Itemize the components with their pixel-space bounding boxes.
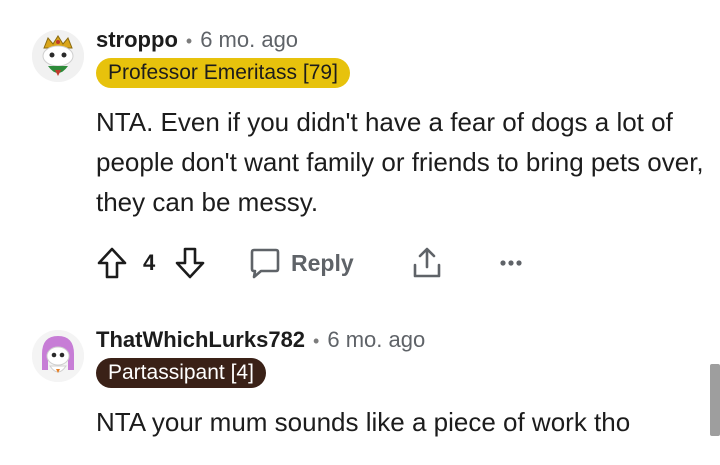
meta-separator: • <box>313 331 320 351</box>
vote-count: 4 <box>143 250 156 275</box>
share-button[interactable] <box>411 244 443 282</box>
username-link[interactable]: stroppo <box>96 27 178 53</box>
share-upload-icon <box>413 247 441 278</box>
ellipsis-icon <box>500 260 522 266</box>
user-flair: Partassipant [4] <box>96 358 266 388</box>
user-avatar[interactable] <box>32 330 84 382</box>
scrollbar-thumb[interactable] <box>710 364 720 436</box>
user-flair: Professor Emeritass [79] <box>96 58 350 88</box>
comment-body: NTA your mum sounds like a piece of work… <box>96 407 631 437</box>
timestamp[interactable]: 6 mo. ago <box>327 327 425 353</box>
username-link[interactable]: ThatWhichLurks782 <box>96 327 305 353</box>
comment-meta: stroppo • 6 mo. ago <box>96 27 298 53</box>
comment-body: NTA. Even if you didn't have a fear of d… <box>96 107 704 217</box>
downvote-button[interactable] <box>174 244 206 282</box>
speech-bubble-icon <box>250 248 280 279</box>
timestamp[interactable]: 6 mo. ago <box>200 27 298 53</box>
reply-label: Reply <box>291 249 354 276</box>
meta-separator: • <box>185 31 193 51</box>
more-options-button[interactable] <box>498 244 524 282</box>
user-avatar[interactable] <box>32 30 84 82</box>
upvote-button[interactable] <box>96 244 128 282</box>
comment-actions: 4 Reply <box>96 244 556 282</box>
snoo-avatar-icon <box>32 330 84 382</box>
reply-button[interactable]: Reply <box>249 244 354 282</box>
comment-meta: ThatWhichLurks782 • 6 mo. ago <box>96 327 425 353</box>
arrow-down-outline-icon <box>175 247 205 279</box>
snoo-avatar-icon <box>32 30 84 82</box>
arrow-up-outline-icon <box>97 247 127 279</box>
